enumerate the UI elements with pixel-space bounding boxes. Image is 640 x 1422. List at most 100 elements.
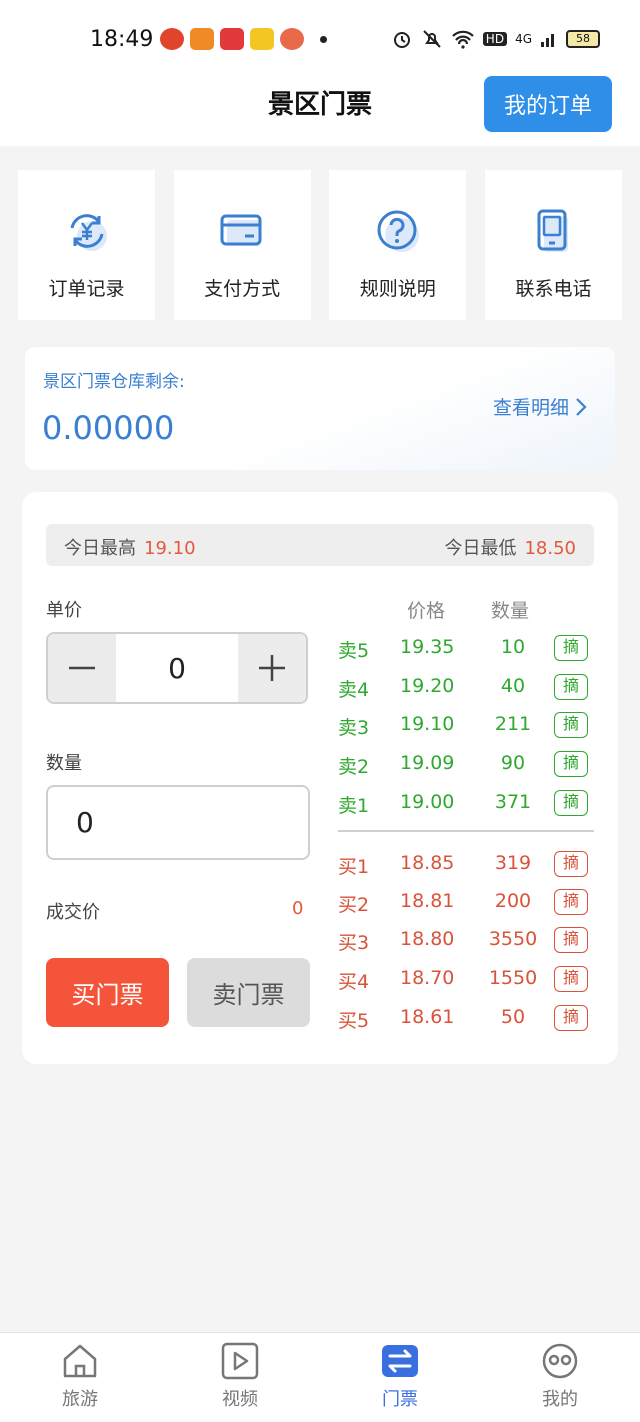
quantity-input[interactable]: 0	[46, 785, 310, 860]
bid-row: 买2 18.81 200 摘	[338, 886, 596, 920]
bid-price: 18.85	[400, 852, 455, 874]
quick-item-label: 订单记录	[48, 278, 125, 300]
ask-row: 卖4 19.20 40 摘	[338, 671, 596, 705]
take-button[interactable]: 摘	[554, 1005, 588, 1031]
wifi-icon	[452, 30, 474, 49]
ask-side: 卖2	[338, 756, 370, 778]
deal-price-label: 成交价	[46, 902, 100, 923]
profile-icon	[542, 1343, 578, 1379]
quick-item-rules[interactable]: 规则说明	[329, 170, 467, 320]
take-button[interactable]: 摘	[554, 635, 588, 661]
battery-icon: 58	[566, 30, 600, 48]
play-icon	[221, 1342, 259, 1380]
buy-ticket-button[interactable]: 买门票	[46, 958, 169, 1027]
take-button[interactable]: 摘	[554, 674, 588, 700]
mute-icon	[423, 30, 441, 48]
card-icon	[220, 214, 262, 246]
bid-price: 18.70	[400, 967, 455, 989]
quick-item-order-records[interactable]: 订单记录	[18, 170, 155, 320]
nav-label: 我的	[542, 1389, 578, 1410]
sell-ticket-button[interactable]: 卖门票	[187, 958, 310, 1027]
view-details-link[interactable]: 查看明细	[493, 393, 587, 420]
nav-label: 视频	[222, 1389, 258, 1410]
trade-panel: 今日最高 19.10 今日最低 18.50 单价 0 数量 0 成交价 0 买门票 …	[22, 492, 618, 1064]
bid-volume: 50	[500, 1006, 526, 1028]
ask-volume: 371	[494, 791, 532, 813]
nav-item-mine[interactable]: 我的	[480, 1333, 640, 1422]
hd-badge: HD	[482, 32, 508, 46]
system-icons: HD 4G 58	[391, 28, 600, 50]
ask-volume: 40	[500, 675, 526, 697]
today-low: 今日最低 18.50	[444, 534, 576, 560]
nav-label: 旅游	[62, 1389, 98, 1410]
bid-row: 买4 18.70 1550 摘	[338, 963, 596, 997]
bid-row: 买3 18.80 3550 摘	[338, 924, 596, 958]
home-icon	[63, 1344, 97, 1378]
ask-side: 卖1	[338, 795, 370, 817]
deal-price-value: 0	[292, 898, 304, 919]
quick-item-contact-phone[interactable]: 联系电话	[484, 170, 622, 320]
ask-volume: 90	[500, 752, 526, 774]
app-notification-icon	[220, 28, 244, 50]
volume-column-header: 数量	[491, 600, 530, 622]
quick-item-payment-methods[interactable]: 支付方式	[173, 170, 311, 320]
decrease-button[interactable]	[48, 634, 116, 702]
page-header: 景区门票 我的订单	[0, 60, 640, 146]
take-button[interactable]: 摘	[554, 712, 588, 738]
today-low-value: 18.50	[524, 538, 576, 559]
unit-price-label: 单价	[46, 600, 82, 621]
view-details-label: 查看明细	[492, 397, 569, 419]
question-icon	[377, 210, 419, 252]
unit-price-input[interactable]: 0	[116, 634, 238, 702]
bid-volume: 200	[494, 890, 532, 912]
unit-price-stepper: 0	[46, 632, 308, 704]
signal-icon	[541, 34, 554, 47]
increase-button[interactable]	[238, 634, 306, 702]
nav-item-travel[interactable]: 旅游	[0, 1333, 160, 1422]
bid-side: 买5	[338, 1010, 370, 1032]
quantity-label: 数量	[46, 753, 82, 774]
ask-price: 19.00	[400, 791, 455, 813]
more-notifications-dot	[320, 35, 327, 43]
quick-menu: 订单记录 支付方式 规则说明 联系电话	[18, 170, 622, 320]
nav-item-tickets[interactable]: 门票	[320, 1333, 480, 1422]
ask-side: 卖4	[338, 679, 370, 701]
today-high-value: 19.10	[144, 538, 196, 559]
app-notification-icon	[160, 28, 184, 50]
ask-price: 19.09	[400, 752, 455, 774]
notification-icons	[160, 28, 327, 50]
ask-side: 卖5	[338, 640, 370, 662]
take-button[interactable]: 摘	[554, 889, 588, 915]
bid-row: 买5 18.61 50 摘	[338, 1002, 596, 1036]
bid-side: 买4	[338, 971, 370, 993]
bid-side: 买3	[338, 932, 370, 954]
ask-price: 19.35	[400, 636, 455, 658]
bid-price: 18.80	[400, 928, 455, 950]
ask-price: 19.10	[400, 713, 455, 735]
yen-refresh-icon	[70, 214, 107, 251]
ask-row: 卖3 19.10 211 摘	[338, 709, 596, 743]
take-button[interactable]: 摘	[554, 966, 588, 992]
ask-row: 卖2 19.09 90 摘	[338, 748, 596, 782]
take-button[interactable]: 摘	[554, 751, 588, 777]
plus-icon	[259, 655, 285, 681]
quick-item-label: 联系电话	[515, 278, 592, 300]
take-button[interactable]: 摘	[554, 790, 588, 816]
warehouse-label: 景区门票仓库剩余:	[43, 372, 185, 392]
take-button[interactable]: 摘	[554, 851, 588, 877]
bottom-navigation: 旅游 视频 门票 我的	[0, 1332, 640, 1422]
bid-price: 18.81	[400, 890, 455, 912]
nav-label: 门票	[382, 1389, 418, 1410]
take-button[interactable]: 摘	[554, 927, 588, 953]
ask-volume: 211	[494, 713, 532, 735]
my-orders-button[interactable]: 我的订单	[484, 76, 612, 132]
bid-volume: 319	[494, 852, 532, 874]
app-notification-icon	[250, 28, 274, 50]
chevron-right-icon	[576, 397, 587, 416]
warehouse-balance-card: 景区门票仓库剩余: 0.00000 查看明细	[25, 347, 615, 470]
quick-item-label: 规则说明	[359, 278, 436, 300]
app-notification-icon	[190, 28, 214, 50]
nav-item-video[interactable]: 视频	[160, 1333, 320, 1422]
network-type: 4G	[515, 32, 532, 46]
ask-price: 19.20	[400, 675, 455, 697]
